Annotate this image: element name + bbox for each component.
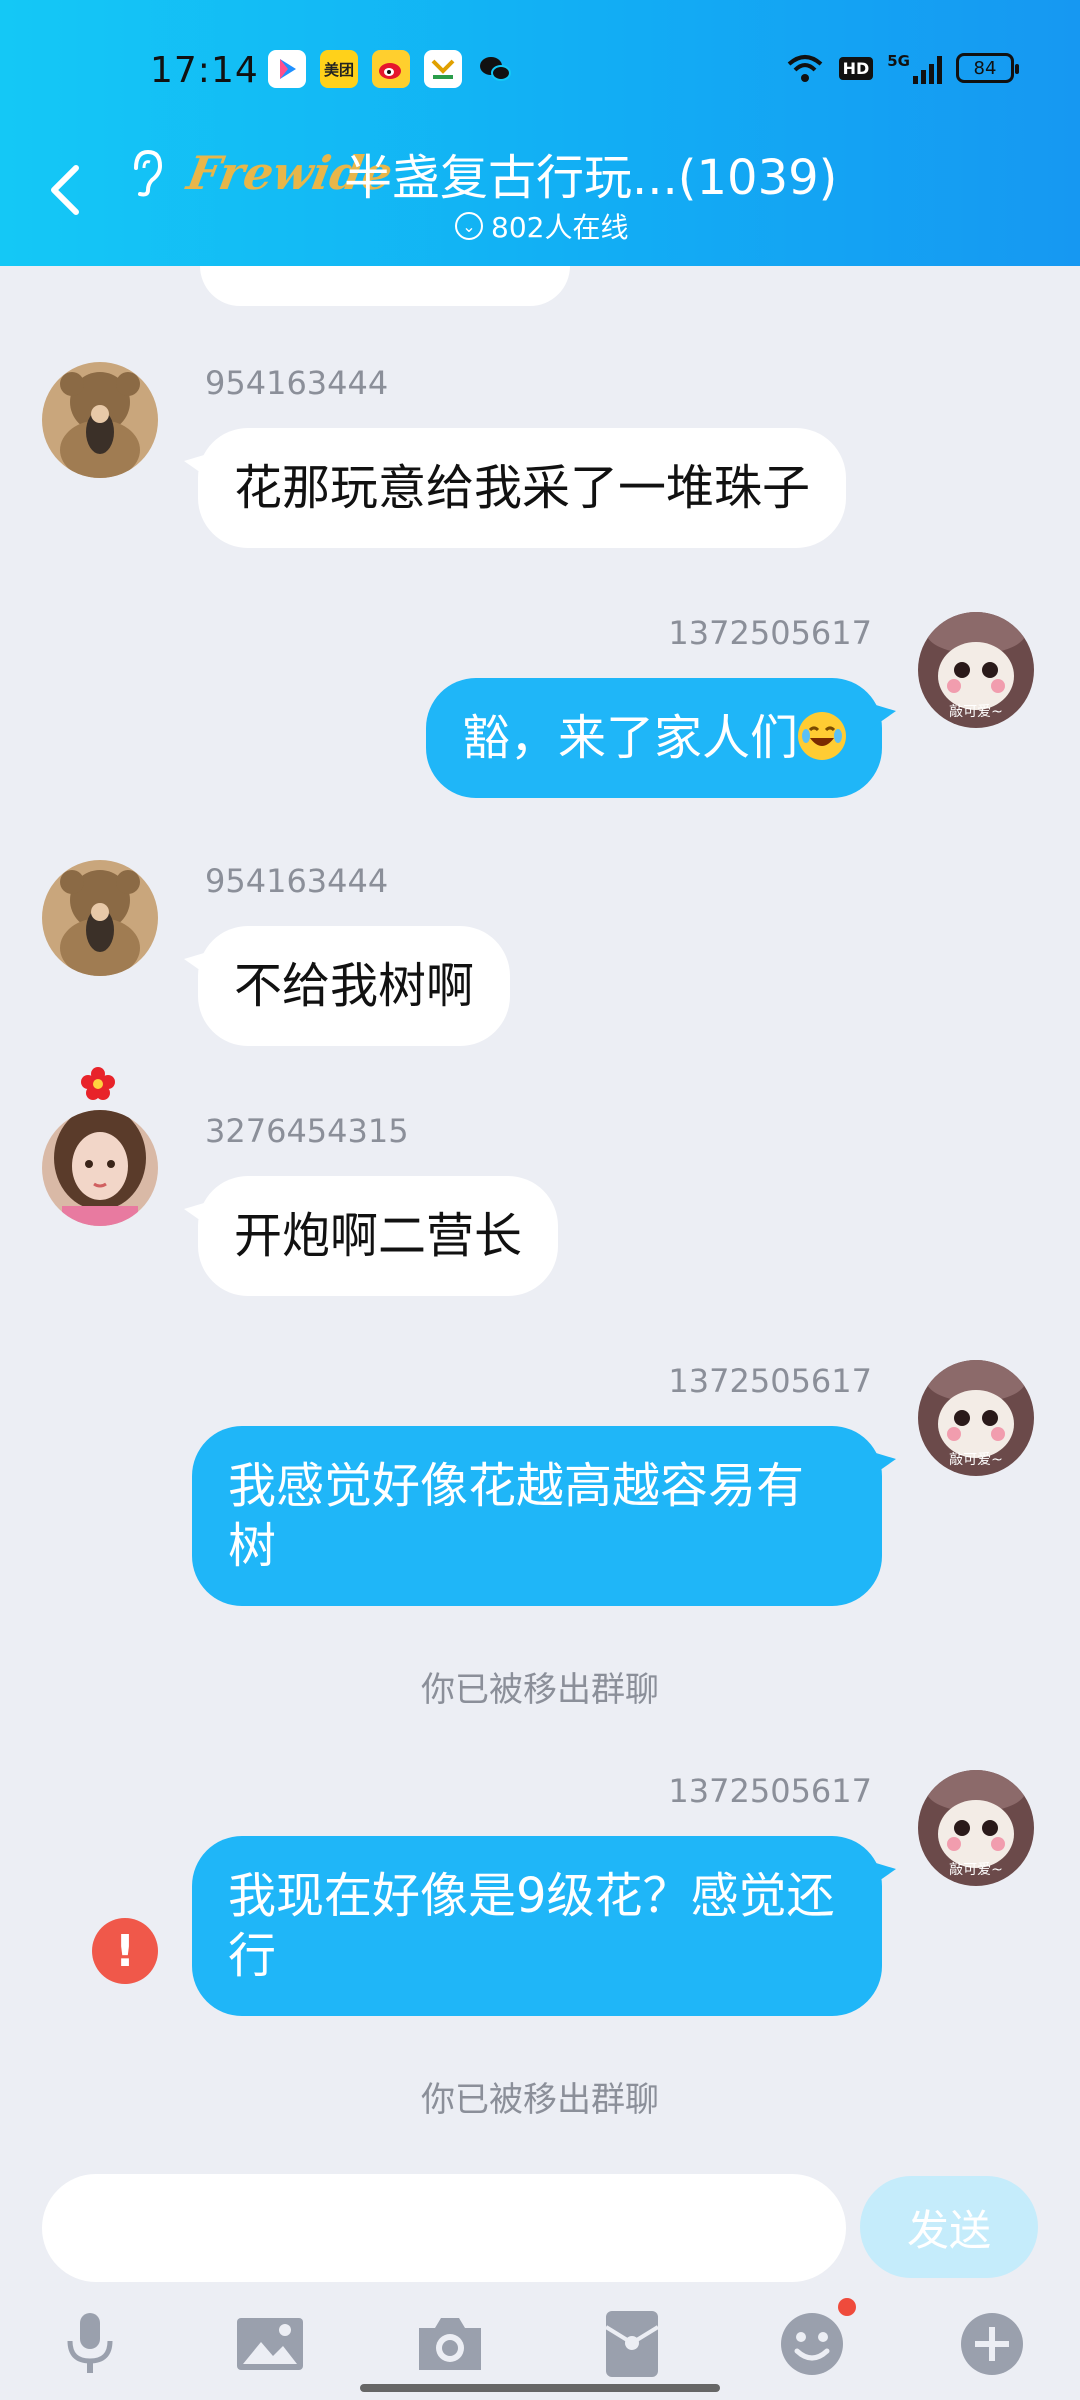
laughing-emoji-icon	[798, 712, 846, 760]
send-button[interactable]: 发送	[860, 2176, 1038, 2278]
message-bubble[interactable]: 我现在好像是9级花？感觉还行	[192, 1836, 882, 2016]
camera-icon[interactable]	[412, 2306, 488, 2382]
input-bar: 发送	[0, 2164, 1080, 2290]
avatar[interactable]: 敲可爱~	[918, 1360, 1034, 1476]
emoji-icon[interactable]	[774, 2298, 856, 2382]
flower-badge-icon	[81, 1067, 115, 1100]
avatar[interactable]	[42, 1110, 158, 1226]
svg-text:敲可爱~: 敲可爱~	[949, 1861, 1003, 1878]
avatar[interactable]: 敲可爱~	[918, 612, 1034, 728]
image-icon[interactable]	[232, 2306, 308, 2382]
notification-icons: 美团	[268, 50, 514, 88]
chevron-left-icon	[51, 165, 79, 215]
system-icons: HD 5G 84	[785, 52, 1019, 84]
store-icon	[424, 50, 462, 88]
battery-icon: 84	[956, 53, 1019, 83]
group-title[interactable]: 半盏复古行玩...(1039)	[344, 138, 837, 208]
system-message: 你已被移出群聊	[421, 1670, 659, 1710]
ear-icon[interactable]	[126, 148, 166, 198]
system-message: 你已被移出群聊	[421, 2080, 659, 2120]
message-bubble-partial[interactable]	[200, 266, 570, 306]
plus-icon[interactable]	[954, 2306, 1030, 2382]
send-failed-icon[interactable]: !	[92, 1918, 158, 1984]
sender-name: 1372505617	[668, 1362, 872, 1400]
message-input[interactable]	[42, 2174, 846, 2282]
message-bubble[interactable]: 开炮啊二营长	[198, 1176, 559, 1296]
wechat-icon	[476, 50, 514, 88]
sender-name: 954163444	[205, 364, 389, 402]
message-bubble[interactable]: 我感觉好像花越高越容易有树	[192, 1426, 882, 1606]
youku-icon	[268, 50, 306, 88]
status-time: 17:14	[150, 50, 259, 91]
message-list[interactable]: 954163444 花那玩意给我采了一堆珠子 敲可爱~ 1372505617 豁…	[0, 266, 1080, 2164]
message-bubble[interactable]: 不给我树啊	[198, 926, 511, 1046]
message-bubble[interactable]: 花那玩意给我采了一堆珠子	[198, 428, 847, 548]
meituan-icon: 美团	[320, 50, 358, 88]
sender-name: 1372505617	[668, 1772, 872, 1810]
svg-text:敲可爱~: 敲可爱~	[949, 1451, 1003, 1468]
online-count[interactable]: ⌄ 802人在线	[455, 206, 628, 246]
microphone-icon[interactable]	[52, 2306, 128, 2382]
weibo-icon	[372, 50, 410, 88]
signal-icon: 5G	[887, 52, 942, 84]
hd-badge: HD	[838, 56, 874, 80]
svg-text:敲可爱~: 敲可爱~	[949, 703, 1003, 720]
chat-header: 17:14 美团 HD 5G 84 Frewide 半盏复古行玩...(1039…	[0, 0, 1080, 266]
notification-dot	[838, 2298, 856, 2316]
wifi-icon	[787, 55, 822, 82]
status-bar: 17:14 美团 HD 5G 84	[0, 40, 1080, 104]
input-toolbar	[0, 2296, 1080, 2396]
chevron-down-circle-icon: ⌄	[455, 212, 483, 240]
red-packet-icon[interactable]	[594, 2306, 670, 2382]
sender-name: 1372505617	[668, 614, 872, 652]
avatar[interactable]	[42, 860, 158, 976]
back-button[interactable]	[42, 160, 90, 220]
message-bubble[interactable]: 豁，来了家人们	[425, 678, 882, 798]
online-count-label: 802人在线	[491, 211, 629, 244]
sender-name: 954163444	[205, 862, 389, 900]
home-indicator[interactable]	[360, 2384, 720, 2392]
message-text: 豁，来了家人们	[461, 710, 798, 766]
sender-name: 3276454315	[205, 1112, 409, 1150]
avatar[interactable]	[42, 362, 158, 478]
avatar[interactable]: 敲可爱~	[918, 1770, 1034, 1886]
